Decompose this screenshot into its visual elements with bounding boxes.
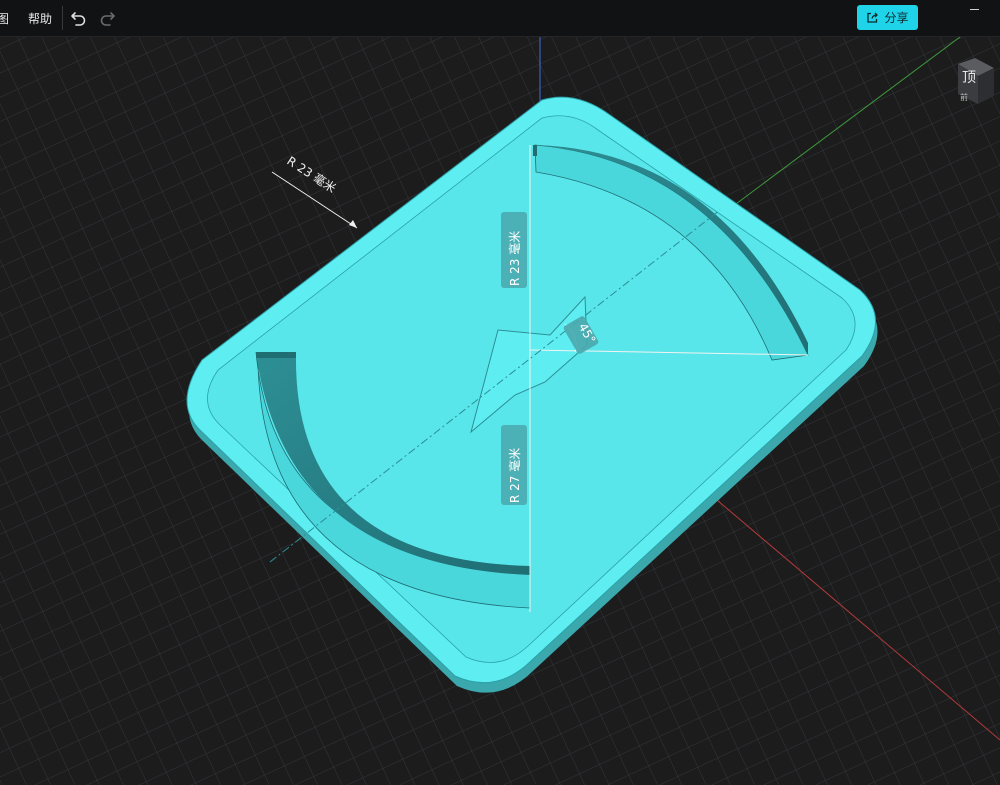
lower-arc-end [256,352,296,358]
toolbar-divider [62,6,63,30]
share-icon [867,12,879,23]
undo-icon[interactable] [69,8,89,28]
view-cube-front-face[interactable]: 前 [960,92,968,102]
share-label: 分享 [884,11,909,25]
redo-icon[interactable] [97,8,117,28]
inner-radius-bottom-badge[interactable]: R 27 毫米 [501,425,527,505]
inner-radius-top-badge[interactable]: R 23 毫米 [501,212,527,288]
toolbar: 图 帮助 分享 [0,0,1000,37]
menu-help[interactable]: 帮助 [28,10,52,27]
window-minimize-icon[interactable] [970,9,979,10]
inner-radius-bottom-label: R 27 毫米 [507,448,522,503]
3d-viewport[interactable]: R 23 毫米 R 23 毫米 R 27 毫米 45° 顶 前 [0,37,1000,785]
inner-radius-top-label: R 23 毫米 [507,231,522,286]
share-button[interactable]: 分享 [857,5,918,30]
menu-view[interactable]: 图 [0,10,9,27]
view-cube-top-face[interactable]: 顶 [962,70,976,86]
